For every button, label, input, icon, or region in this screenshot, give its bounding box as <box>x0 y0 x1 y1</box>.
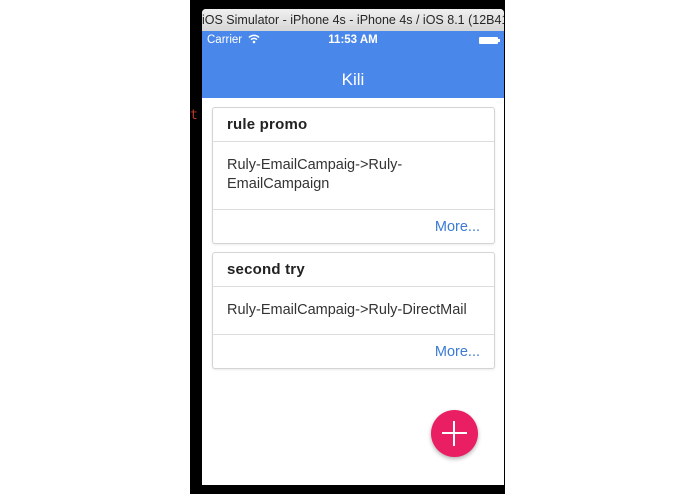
card-title: rule promo <box>213 108 494 142</box>
card-footer: More... <box>213 210 494 243</box>
rule-card[interactable]: second try Ruly-EmailCampaig->Ruly-Direc… <box>212 252 495 369</box>
simulator-window: iOS Simulator - iPhone 4s - iPhone 4s / … <box>202 9 504 485</box>
background-text-fragment: t <box>190 108 198 122</box>
rule-card[interactable]: rule promo Ruly-EmailCampaig->Ruly-Email… <box>212 107 495 244</box>
more-link[interactable]: More... <box>435 219 480 235</box>
status-time: 11:53 AM <box>328 34 378 46</box>
app-title: Kili <box>341 70 365 89</box>
app-bar: Carrier 11:53 AM Kili <box>202 31 504 98</box>
more-link[interactable]: More... <box>435 344 480 360</box>
battery-icon <box>479 37 500 44</box>
card-body: Ruly-EmailCampaig->Ruly-EmailCampaign <box>213 142 494 210</box>
window-title: iOS Simulator - iPhone 4s - iPhone 4s / … <box>202 9 504 32</box>
card-footer: More... <box>213 335 494 368</box>
card-title: second try <box>213 253 494 287</box>
card-body: Ruly-EmailCampaig->Ruly-DirectMail <box>213 287 494 335</box>
add-rule-button[interactable] <box>431 410 478 457</box>
status-bar: Carrier 11:53 AM <box>202 31 504 51</box>
